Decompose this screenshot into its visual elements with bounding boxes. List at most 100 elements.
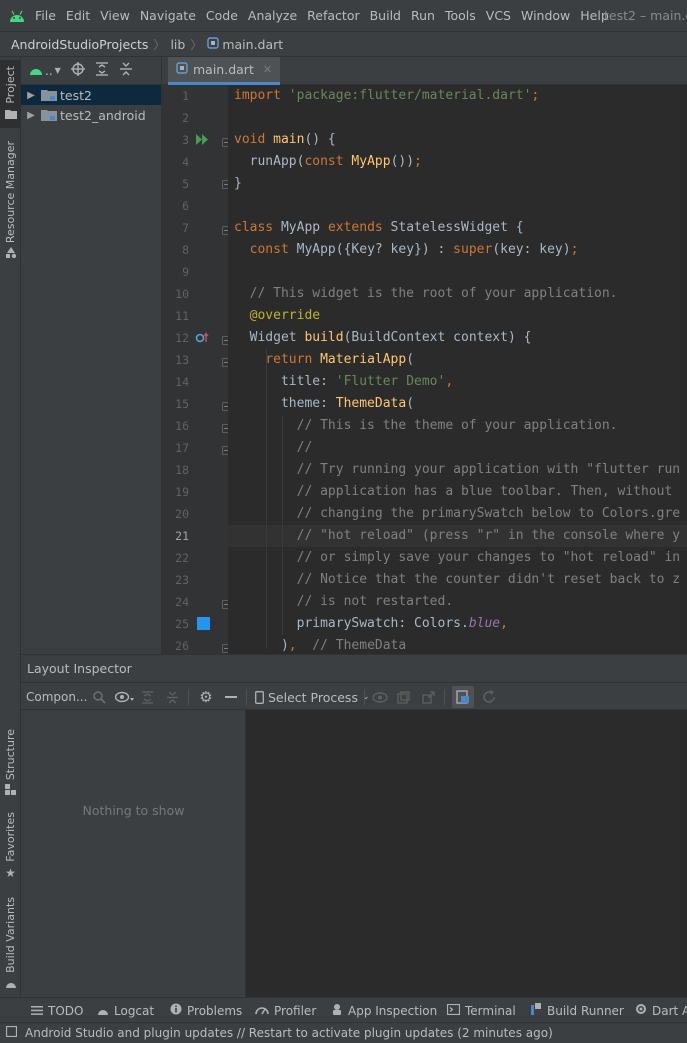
line-number: 20 <box>175 507 189 521</box>
eye-filter-icon[interactable] <box>114 683 136 711</box>
locate-file-icon[interactable] <box>70 62 85 79</box>
project-tab-label: Project <box>4 66 17 104</box>
editor-tab-main-dart[interactable]: main.dart ✕ <box>168 57 281 85</box>
structure-tab-label: Structure <box>4 729 17 781</box>
run-icon[interactable] <box>196 134 210 148</box>
build-runner-label: Build Runner <box>547 1003 624 1018</box>
problems-tool-button[interactable]: Problems <box>170 998 242 1022</box>
editor-gutter: 1 2 3 4 5 6 7 8 9 10 11 12 13 14 15 16 1… <box>162 85 231 654</box>
dart-analysis-label: Dart Ar <box>652 1003 687 1018</box>
collapse-all-icon[interactable] <box>119 62 133 79</box>
code-line-17: // <box>234 440 313 455</box>
layout-inspector-toolbar: Compon... ⚙ Select Process ⌄ <box>21 682 687 710</box>
line-number: 3 <box>182 133 189 147</box>
expand-all-icon[interactable] <box>139 683 155 711</box>
gauge-icon <box>255 1004 269 1018</box>
dart-file-icon <box>207 36 220 52</box>
event-log-icon[interactable] <box>5 1025 18 1040</box>
code-line-20: // changing the primarySwatch below to C… <box>234 506 681 521</box>
layout-inspector-title: Layout Inspector <box>27 661 132 676</box>
menu-run[interactable]: Run <box>406 8 440 23</box>
menu-navigate[interactable]: Navigate <box>135 8 201 23</box>
code-line-7: class MyApp extends StatelessWidget { <box>234 220 524 235</box>
snapshot-icon[interactable] <box>395 683 411 711</box>
code-line-16: // This is the theme of your application… <box>234 418 618 433</box>
live-updates-eye-icon[interactable] <box>371 683 389 711</box>
logcat-tool-button[interactable]: Logcat <box>97 998 154 1022</box>
code-line-14: title: 'Flutter Demo', <box>234 374 454 389</box>
refresh-icon[interactable] <box>480 683 498 711</box>
toolbar-separator <box>444 689 445 705</box>
collapse-all-icon[interactable] <box>164 683 180 711</box>
line-number: 11 <box>175 309 189 323</box>
menu-edit[interactable]: Edit <box>61 8 95 23</box>
resource-manager-tool-tab[interactable]: Resource Manager <box>0 139 21 259</box>
todo-tool-button[interactable]: TODO <box>31 998 83 1022</box>
terminal-tool-button[interactable]: Terminal <box>446 998 516 1022</box>
code-line-13: return MaterialApp( <box>265 352 415 367</box>
project-panel: .. ▼ ▶ test2 ▶ test2_android <box>21 57 162 654</box>
star-icon: ★ <box>5 865 16 880</box>
line-number-current: 21 <box>175 529 189 543</box>
code-line-8: const MyApp({Key? key}) : super(key: key… <box>249 242 579 257</box>
tree-item-label: test2 <box>60 87 92 103</box>
menu-code[interactable]: Code <box>201 8 243 23</box>
app-inspection-label: App Inspection <box>348 1003 438 1018</box>
structure-tool-tab[interactable]: Structure <box>0 729 21 799</box>
project-view-selector[interactable]: .. ▼ <box>29 64 61 78</box>
menu-analyze[interactable]: Analyze <box>243 8 302 23</box>
project-tool-tab[interactable]: Project <box>0 60 21 128</box>
build-variants-tab-label: Build Variants <box>4 897 17 973</box>
line-number: 9 <box>182 265 189 279</box>
code-line-10: // This widget is the root of your appli… <box>234 286 618 301</box>
logcat-label: Logcat <box>114 1003 155 1018</box>
breadcrumb-project[interactable]: AndroidStudioProjects <box>11 37 148 52</box>
tree-item-test2[interactable]: ▶ test2 <box>21 85 161 105</box>
device-screen-toggle-icon[interactable] <box>452 686 474 708</box>
menu-refactor[interactable]: Refactor <box>302 8 364 23</box>
app-inspection-tool-button[interactable]: App Inspection <box>331 998 437 1022</box>
tree-item-label: test2_android <box>60 107 146 123</box>
minimize-icon[interactable] <box>223 683 239 711</box>
dart-file-icon <box>176 62 188 77</box>
code-line-15: theme: ThemeData( <box>234 396 415 411</box>
component-tree-label: Compon... <box>26 690 88 704</box>
code-line-12: Widget build(BuildContext context) { <box>234 330 532 345</box>
code-editor[interactable]: import 'package:flutter/material.dart'; … <box>228 85 687 654</box>
menu-file[interactable]: File <box>30 8 61 23</box>
menu-tools[interactable]: Tools <box>440 8 481 23</box>
favorites-tool-tab[interactable]: Favorites ★ <box>0 812 21 882</box>
close-icon[interactable]: ✕ <box>263 63 272 76</box>
breadcrumb-file[interactable]: main.dart <box>222 37 283 52</box>
search-icon[interactable] <box>91 683 107 711</box>
window-title: test2 – main.dart <box>604 8 687 23</box>
code-line-23: // Notice that the counter didn't reset … <box>234 572 681 587</box>
override-method-icon[interactable] <box>195 332 209 347</box>
menu-build[interactable]: Build <box>365 8 406 23</box>
line-number: 23 <box>175 573 189 587</box>
build-runner-tool-button[interactable]: Build Runner <box>530 998 624 1022</box>
chevron-right-icon[interactable]: ▶ <box>21 110 41 121</box>
dart-analysis-tool-button[interactable]: Dart Ar <box>635 998 687 1022</box>
gear-icon[interactable]: ⚙ <box>198 683 214 711</box>
build-variants-tool-tab[interactable]: Build Variants <box>0 897 21 988</box>
menu-bar: File Edit View Navigate Code Analyze Ref… <box>0 0 687 31</box>
line-number: 26 <box>175 639 189 653</box>
tree-item-test2-android[interactable]: ▶ test2_android <box>21 105 161 125</box>
profiler-tool-button[interactable]: Profiler <box>255 998 316 1022</box>
menu-window[interactable]: Window <box>516 8 575 23</box>
expand-all-icon[interactable] <box>95 62 109 79</box>
menu-view[interactable]: View <box>95 8 135 23</box>
export-icon[interactable] <box>420 683 436 711</box>
toolbar-separator <box>188 689 189 705</box>
color-swatch-icon[interactable] <box>197 617 210 630</box>
chevron-right-icon[interactable]: ▶ <box>21 90 41 101</box>
component-tree-panel: Nothing to show <box>21 710 246 997</box>
menu-vcs[interactable]: VCS <box>481 8 516 23</box>
status-message[interactable]: Android Studio and plugin updates // Res… <box>25 1026 553 1040</box>
line-number: 6 <box>182 199 189 213</box>
code-line-24: // is not restarted. <box>234 594 454 609</box>
line-number: 12 <box>175 331 189 345</box>
breadcrumb-lib[interactable]: lib <box>170 37 185 52</box>
select-process-dropdown[interactable]: Select Process ⌄ <box>255 683 370 711</box>
